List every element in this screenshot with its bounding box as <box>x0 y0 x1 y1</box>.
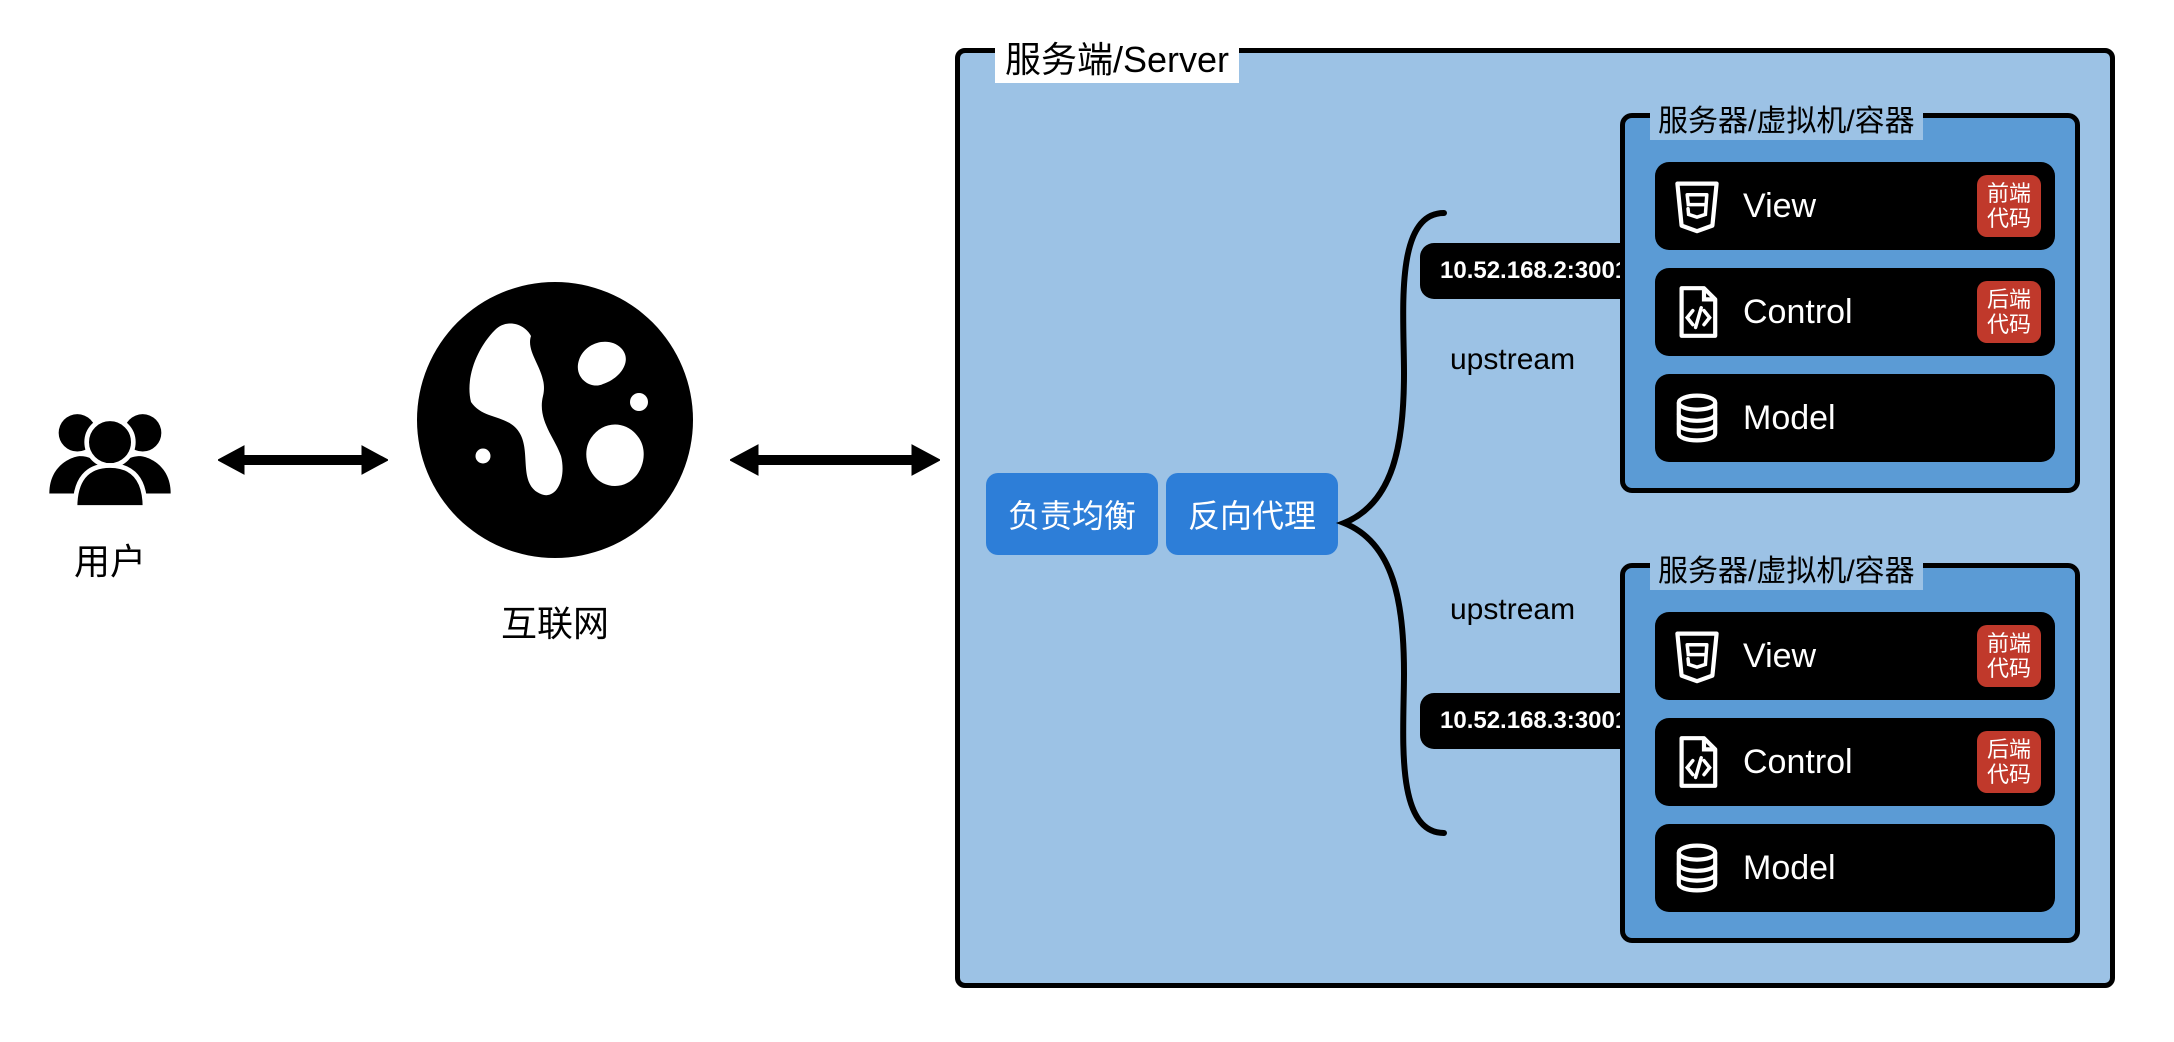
vm2-view-badge: 前端 代码 <box>1977 625 2041 688</box>
database-icon <box>1669 840 1725 896</box>
vm2-control-badge: 后端 代码 <box>1977 731 2041 794</box>
vm1-control-badge: 后端 代码 <box>1977 281 2041 344</box>
users-node: 用户 <box>30 400 190 585</box>
vm1-model-row: Model <box>1655 374 2055 462</box>
users-label: 用户 <box>30 533 190 585</box>
vm-box-1: 服务器/虚拟机/容器 View 前端 代码 Control 后端 代码 <box>1620 113 2080 493</box>
html5-icon <box>1669 178 1725 234</box>
html5-icon <box>1669 628 1725 684</box>
reverse-proxy-pill: 反向代理 <box>1166 473 1338 555</box>
upstream-2-ip: 10.52.168.3:3001 <box>1420 693 1648 749</box>
upstream-1-label: upstream <box>1450 343 1575 377</box>
server-box: 服务端/Server 负责均衡 反向代理 10.52.168.2:3001 up… <box>955 48 2115 988</box>
vm2-control-row: Control 后端 代码 <box>1655 718 2055 806</box>
code-file-icon <box>1669 284 1725 340</box>
arrow-user-internet <box>218 440 388 480</box>
database-icon <box>1669 390 1725 446</box>
vm-box-2-title: 服务器/虚拟机/容器 <box>1650 546 1923 590</box>
vm2-view-label: View <box>1743 637 1977 676</box>
internet-label: 互联网 <box>390 595 720 647</box>
code-file-icon <box>1669 734 1725 790</box>
vm-box-2: 服务器/虚拟机/容器 View 前端 代码 Control 后端 代码 <box>1620 563 2080 943</box>
vm2-view-row: View 前端 代码 <box>1655 612 2055 700</box>
load-balance-pill: 负责均衡 <box>986 473 1158 555</box>
vm-box-1-title: 服务器/虚拟机/容器 <box>1650 96 1923 140</box>
server-box-title: 服务端/Server <box>995 31 1239 83</box>
users-icon <box>40 400 180 510</box>
arrow-internet-server <box>730 440 940 480</box>
vm1-control-label: Control <box>1743 293 1977 332</box>
globe-icon <box>405 270 705 570</box>
vm2-model-row: Model <box>1655 824 2055 912</box>
upstream-2-label: upstream <box>1450 593 1575 627</box>
internet-node: 互联网 <box>390 270 720 647</box>
vm2-control-label: Control <box>1743 743 1977 782</box>
vm1-view-row: View 前端 代码 <box>1655 162 2055 250</box>
vm2-model-label: Model <box>1743 849 2041 888</box>
vm1-view-label: View <box>1743 187 1977 226</box>
vm1-model-label: Model <box>1743 399 2041 438</box>
vm1-control-row: Control 后端 代码 <box>1655 268 2055 356</box>
vm1-view-badge: 前端 代码 <box>1977 175 2041 238</box>
upstream-1-ip: 10.52.168.2:3001 <box>1420 243 1648 299</box>
